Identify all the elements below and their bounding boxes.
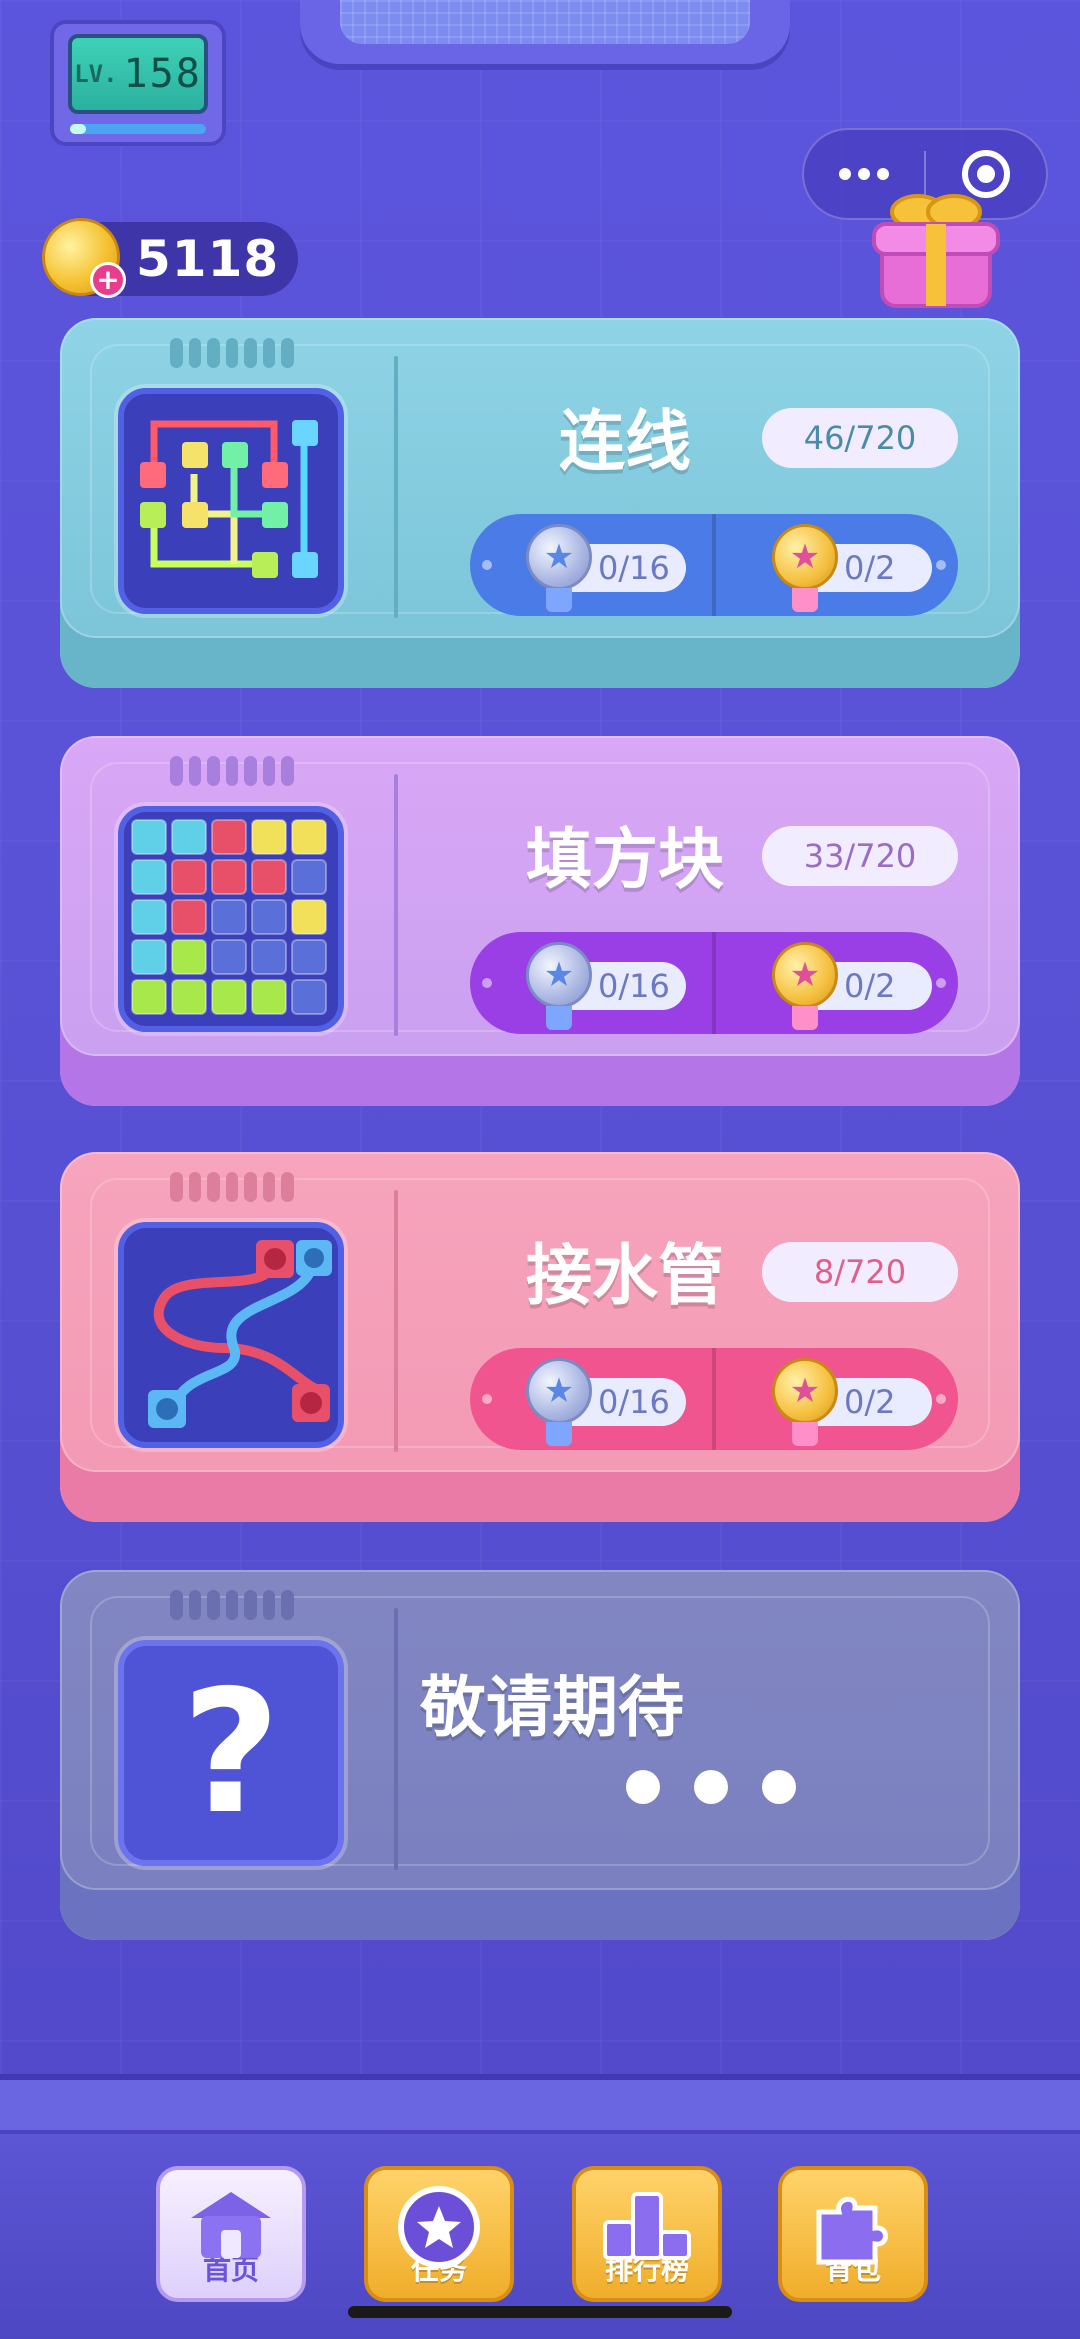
level-progress-badge: 33/720 [762, 826, 958, 886]
star-badge-icon [398, 2186, 480, 2268]
level-display[interactable]: LV. 158 [50, 20, 226, 146]
medal-bar: 0/16 ★ 0/2 ★ [470, 514, 958, 616]
game-card-fill-blocks[interactable]: 填方块 33/720 0/16 ★ 0/2 ★ [60, 736, 1020, 1106]
home-icon [191, 2192, 271, 2258]
gold-medal-icon: ★ [772, 524, 838, 590]
game-card-coming-soon: ? 敬请期待 [60, 1570, 1020, 1940]
nav-leaderboard[interactable]: 排行榜 [572, 2166, 722, 2302]
silver-medal-icon: ★ [526, 942, 592, 1008]
more-dots-icon [839, 168, 889, 180]
add-coins-icon[interactable]: + [90, 262, 126, 298]
level-progress-bar [70, 124, 206, 134]
gold-medal-icon: ★ [772, 942, 838, 1008]
gold-medal-icon: ★ [772, 1358, 838, 1424]
puzzle-piece-icon [816, 2196, 888, 2265]
level-progress-badge: 46/720 [762, 408, 958, 468]
card-title: 连线 [559, 403, 691, 480]
card-title: 接水管 [526, 1237, 724, 1314]
level-value: 158 [123, 51, 202, 97]
medal-bar: 0/16 ★ 0/2 ★ [470, 1348, 958, 1450]
nav-backpack[interactable]: 背包 [778, 2166, 928, 2302]
podium-icon [603, 2192, 691, 2260]
nav-home[interactable]: 首页 [156, 2166, 306, 2302]
coin-counter[interactable]: + 5118 [42, 218, 298, 298]
question-icon: ? [118, 1640, 344, 1866]
level-screen: LV. 158 [68, 34, 208, 114]
level-progress-badge: 8/720 [762, 1242, 958, 1302]
gift-button[interactable] [868, 190, 1004, 310]
gift-icon [872, 194, 1000, 308]
pipes-icon [118, 1222, 344, 1448]
card-title: 敬请期待 [420, 1669, 684, 1746]
ellipsis-icon [626, 1770, 796, 1804]
game-card-water-pipes[interactable]: 接水管 8/720 0/16 ★ 0/2 ★ [60, 1152, 1020, 1522]
silver-medal-icon: ★ [526, 1358, 592, 1424]
medal-bar: 0/16 ★ 0/2 ★ [470, 932, 958, 1034]
home-indicator [348, 2306, 732, 2318]
card-title: 填方块 [526, 821, 724, 898]
block-grid-icon [118, 806, 344, 1032]
top-decoration [300, 0, 790, 70]
silver-medal-icon: ★ [526, 524, 592, 590]
nav-tasks[interactable]: 任务 [364, 2166, 514, 2302]
level-prefix: LV. [74, 60, 118, 88]
game-card-connect-lines[interactable]: 连线 46/720 0/16 ★ 0/2 ★ [60, 318, 1020, 688]
coin-value: 5118 [136, 230, 280, 288]
line-puzzle-icon [118, 388, 344, 614]
